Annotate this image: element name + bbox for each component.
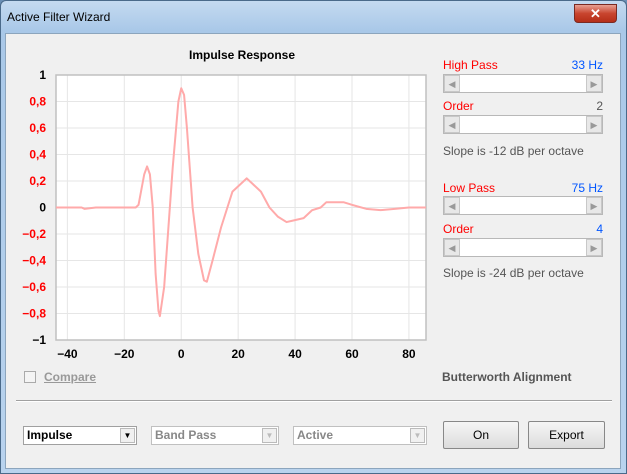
scroll-left-icon[interactable]: ◀ [444, 116, 460, 133]
view-select-value: Impulse [27, 428, 73, 442]
scroll-left-icon[interactable]: ◀ [444, 197, 460, 214]
low-pass-slope: Slope is -24 dB per octave [443, 266, 584, 280]
x-tick-label: 80 [402, 347, 416, 361]
y-tick-label: 0 [39, 201, 46, 215]
y-tick-label: 0,4 [29, 148, 46, 162]
low-pass-slider[interactable]: ◀ ▶ [443, 196, 603, 215]
x-tick-label: 40 [288, 347, 302, 361]
close-icon: ✕ [590, 6, 601, 21]
y-tick-label: −0,2 [22, 227, 46, 241]
y-tick-label: 0,8 [29, 95, 46, 109]
filter-type-select[interactable]: Band Pass ▼ [151, 426, 279, 445]
dialog-client: −40 −20 0 20 40 60 80 1 0,8 0,6 0,4 0,2 0 −0,2 −0,4 −0,… [5, 33, 621, 469]
on-button[interactable]: On [443, 421, 519, 449]
x-tick-label: −40 [57, 347, 78, 361]
y-tick-label: 0,6 [29, 121, 46, 135]
mode-value: Active [297, 428, 334, 442]
high-pass-order-slider[interactable]: ◀ ▶ [443, 115, 603, 134]
x-tick-label: 60 [345, 347, 359, 361]
y-tick-label: 1 [39, 68, 46, 82]
chevron-down-icon[interactable]: ▼ [262, 428, 277, 443]
high-pass-order-label: Order [443, 99, 474, 113]
low-pass-label: Low Pass [443, 181, 496, 195]
x-tick-label: 0 [178, 347, 185, 361]
scroll-left-icon[interactable]: ◀ [444, 75, 460, 92]
chevron-down-icon[interactable]: ▼ [120, 428, 135, 443]
high-pass-label: High Pass [443, 58, 498, 72]
y-tick-label: −0,4 [22, 254, 46, 268]
scroll-right-icon[interactable]: ▶ [586, 197, 602, 214]
scroll-left-icon[interactable]: ◀ [444, 239, 460, 256]
low-pass-order-value: 4 [596, 222, 603, 236]
compare-label: Compare [44, 370, 97, 384]
y-tick-label: 0,2 [29, 174, 46, 188]
alignment-label: Butterworth Alignment [442, 370, 572, 384]
close-button[interactable]: ✕ [574, 4, 617, 23]
low-pass-order-slider[interactable]: ◀ ▶ [443, 238, 603, 257]
scroll-right-icon[interactable]: ▶ [586, 239, 602, 256]
chevron-down-icon[interactable]: ▼ [410, 428, 425, 443]
x-tick-label: −20 [114, 347, 135, 361]
divider [16, 400, 612, 402]
x-tick-label: 20 [231, 347, 245, 361]
view-select[interactable]: Impulse ▼ [23, 426, 137, 445]
scroll-right-icon[interactable]: ▶ [586, 116, 602, 133]
high-pass-value: 33 Hz [571, 58, 603, 72]
y-tick-label: −0,6 [22, 280, 46, 294]
mode-select[interactable]: Active ▼ [293, 426, 427, 445]
high-pass-order-value: 2 [596, 99, 603, 113]
dialog-window: Active Filter Wizard ✕ −40 −20 0 20 40 60 80 1 0… [0, 0, 627, 474]
chart-title: Impulse Response [189, 48, 295, 62]
y-tick-label: −0,8 [22, 307, 46, 321]
y-tick-label: −1 [32, 333, 46, 347]
impulse-chart: −40 −20 0 20 40 60 80 1 0,8 0,6 0,4 0,2 0 −0,2 −0,4 −0,… [22, 48, 427, 361]
compare-checkbox[interactable]: Compare [24, 370, 96, 384]
checkbox-box[interactable] [24, 371, 36, 383]
export-button[interactable]: Export [528, 421, 605, 449]
high-pass-slider[interactable]: ◀ ▶ [443, 74, 603, 93]
high-pass-slope: Slope is -12 dB per octave [443, 144, 584, 158]
low-pass-order-label: Order [443, 222, 474, 236]
filter-type-value: Band Pass [155, 428, 217, 442]
low-pass-value: 75 Hz [571, 181, 603, 195]
scroll-right-icon[interactable]: ▶ [586, 75, 602, 92]
